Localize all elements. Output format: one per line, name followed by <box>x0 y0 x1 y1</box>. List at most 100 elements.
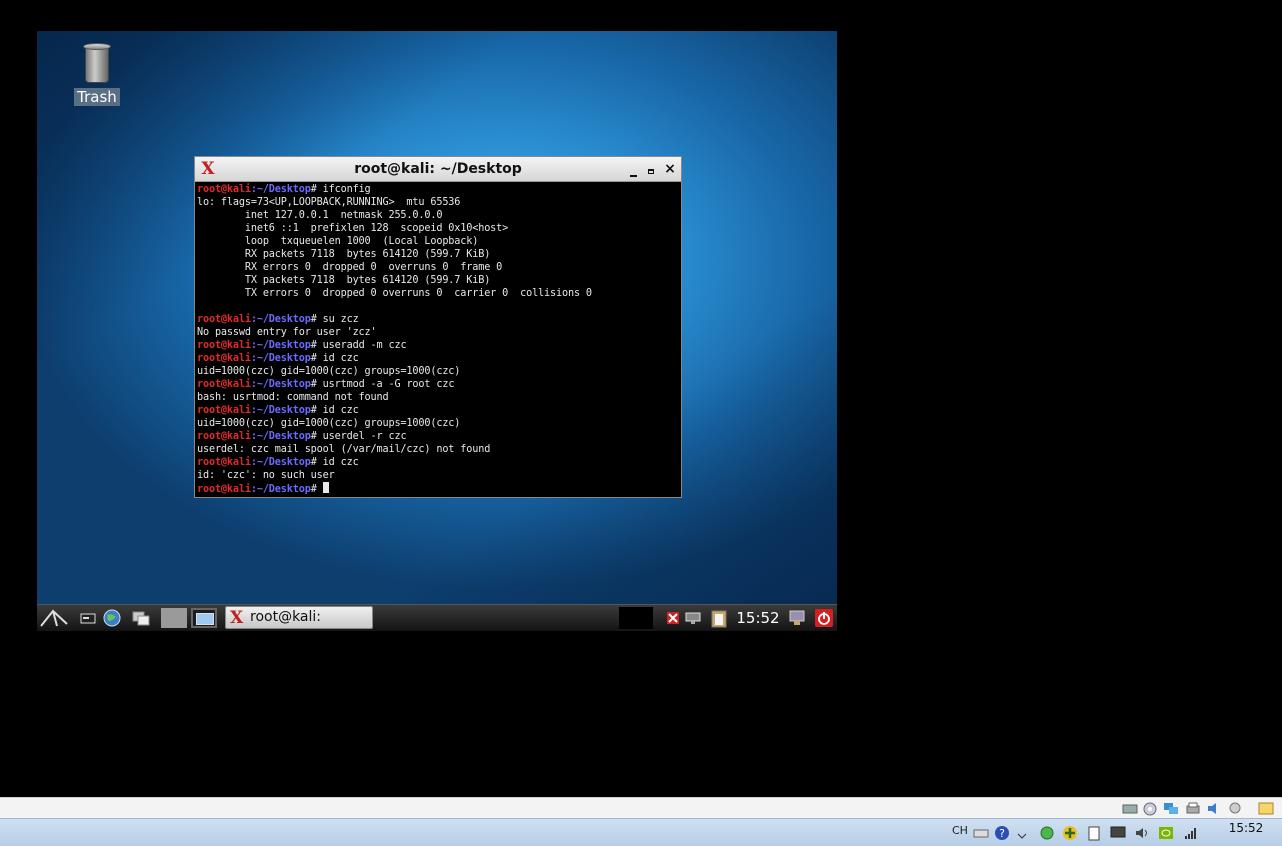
vm-viewer-statusbar <box>0 797 1282 819</box>
prompt-user: root@kali <box>197 353 251 364</box>
command-text: id czc <box>322 405 359 416</box>
browser-launcher[interactable] <box>102 609 122 627</box>
help-icon[interactable]: ? <box>994 825 1010 841</box>
clipboard-tray-icon[interactable] <box>1086 825 1102 841</box>
terminal-window[interactable]: X root@kali: ~/Desktop × root@kali:~/Des… <box>194 156 682 498</box>
command-text: useradd -m czc <box>322 340 407 351</box>
input-language-indicator[interactable]: CH <box>952 824 968 837</box>
keyboard-icon[interactable] <box>973 825 989 841</box>
terminal-cursor <box>322 482 329 493</box>
desktop-icon-label: Trash <box>74 88 120 106</box>
usb-icon[interactable] <box>1227 801 1243 816</box>
terminal-output-line: inet 127.0.0.1 netmask 255.0.0.0 <box>197 210 443 221</box>
prompt-symbol: # <box>310 340 323 351</box>
terminal-command-line: root@kali:~/Desktop# su zcz <box>197 313 679 326</box>
terminal-launcher[interactable] <box>79 609 99 627</box>
minimize-icon <box>629 175 637 177</box>
terminal-command-line: root@kali:~/Desktop# id czc <box>197 456 679 469</box>
signal-icon[interactable] <box>1183 825 1199 841</box>
command-text: ifconfig <box>322 184 371 195</box>
maximize-button[interactable] <box>643 161 659 177</box>
prompt-path: :~/Desktop <box>250 484 311 495</box>
terminal-output[interactable]: root@kali:~/Desktop# ifconfig lo: flags=7… <box>197 183 679 495</box>
workspace-1[interactable] <box>161 608 187 628</box>
terminal-output-line: TX errors 0 dropped 0 overruns 0 carrier… <box>197 288 592 299</box>
clipboard-icon[interactable] <box>709 608 729 628</box>
terminal-titlebar[interactable]: X root@kali: ~/Desktop × <box>195 157 681 182</box>
globe-icon <box>103 609 121 627</box>
close-icon: × <box>664 161 676 177</box>
host-taskbar: CH ? 15:52 <box>0 818 1282 846</box>
panel-clock[interactable]: 15:52 <box>735 608 781 628</box>
terminal-output-line: uid=1000(czc) gid=1000(czc) groups=1000(… <box>197 366 461 377</box>
power-icon <box>815 609 833 627</box>
lock-screen-icon[interactable] <box>788 609 806 627</box>
guest-panel: X root@kali: ~/De... 15:52 <box>37 604 837 631</box>
terminal-output-line: No passwd entry for user 'zcz' <box>197 327 377 338</box>
prompt-user: root@kali <box>197 457 251 468</box>
prompt-user: root@kali <box>197 484 251 495</box>
terminal-command-line: root@kali:~/Desktop# userdel -r czc <box>197 430 679 443</box>
workspace-2[interactable] <box>191 608 217 628</box>
prompt-path: :~/Desktop <box>250 340 311 351</box>
xterm-icon: X <box>230 608 244 628</box>
terminal-title: root@kali: ~/Desktop <box>354 161 522 177</box>
prompt-symbol: # <box>310 457 323 468</box>
terminal-command-line: root@kali:~/Desktop# id czc <box>197 352 679 365</box>
prompt-user: root@kali <box>197 340 251 351</box>
prompt-user: root@kali <box>197 314 251 325</box>
desktop-icon-trash[interactable]: Trash <box>73 43 121 106</box>
sound-icon[interactable] <box>1206 801 1222 816</box>
files-launcher[interactable] <box>131 609 151 627</box>
trash-icon <box>83 43 111 83</box>
close-button[interactable]: × <box>662 161 678 177</box>
nvidia-icon[interactable] <box>1158 825 1174 841</box>
prompt-path: :~/Desktop <box>250 431 311 442</box>
hdd-icon[interactable] <box>1122 801 1138 816</box>
prompt-user: root@kali <box>197 405 251 416</box>
prompt-path: :~/Desktop <box>250 457 311 468</box>
windows-icon <box>132 611 150 626</box>
prompt-symbol: # <box>310 184 323 195</box>
terminal-output-line: lo: flags=73<UP,LOOPBACK,RUNNING> mtu 65… <box>197 197 461 208</box>
terminal-output-line: uid=1000(czc) gid=1000(czc) groups=1000(… <box>197 418 461 429</box>
command-text: id czc <box>322 353 359 364</box>
terminal-output-line: inet6 ::1 prefixlen 128 scopeid 0x10<hos… <box>197 223 509 234</box>
terminal-output-line: TX packets 7118 bytes 614120 (599.7 KiB) <box>197 275 491 286</box>
network-icon[interactable] <box>683 610 703 626</box>
display-icon[interactable] <box>1110 825 1126 841</box>
prompt-symbol: # <box>310 379 323 390</box>
refresh-icon[interactable] <box>1039 825 1055 841</box>
terminal-output-line: bash: usrtmod: command not found <box>197 392 389 403</box>
tray-expand-icon[interactable] <box>1016 825 1028 841</box>
plus-icon[interactable] <box>1062 825 1078 841</box>
svg-text:?: ? <box>999 827 1005 840</box>
terminal-command-line: root@kali:~/Desktop# ifconfig <box>197 183 679 196</box>
kali-menu-button[interactable] <box>39 608 69 628</box>
terminal-icon <box>80 613 96 624</box>
network-adapter-icon[interactable] <box>1163 801 1179 816</box>
vm-screen: Trash X root@kali: ~/Desktop × root@kali… <box>37 31 837 631</box>
taskbar-terminal-button[interactable]: X root@kali: ~/De... <box>225 606 373 631</box>
command-text: userdel -r czc <box>322 431 407 442</box>
volume-icon[interactable] <box>1134 825 1150 841</box>
cd-icon[interactable] <box>1142 801 1158 816</box>
terminal-command-line: root@kali:~/Desktop# <box>197 482 679 495</box>
maximize-icon <box>648 169 654 174</box>
prompt-path: :~/Desktop <box>250 314 311 325</box>
terminal-command-line: root@kali:~/Desktop# useradd -m czc <box>197 339 679 352</box>
message-icon[interactable] <box>1258 801 1274 816</box>
prompt-path: :~/Desktop <box>250 353 311 364</box>
power-button[interactable] <box>815 609 833 627</box>
terminal-output-line: RX errors 0 dropped 0 overruns 0 frame 0 <box>197 262 503 273</box>
terminal-output-line: userdel: czc mail spool (/var/mail/czc) … <box>197 444 491 455</box>
cpu-monitor <box>619 607 653 629</box>
host-clock[interactable]: 15:52 <box>1216 821 1276 835</box>
minimize-button[interactable] <box>625 161 641 177</box>
network-error-icon[interactable] <box>665 610 681 626</box>
terminal-output-line: id: 'czc': no such user <box>197 470 335 481</box>
prompt-symbol: # <box>310 353 323 364</box>
printer-icon[interactable] <box>1185 801 1201 816</box>
prompt-user: root@kali <box>197 379 251 390</box>
